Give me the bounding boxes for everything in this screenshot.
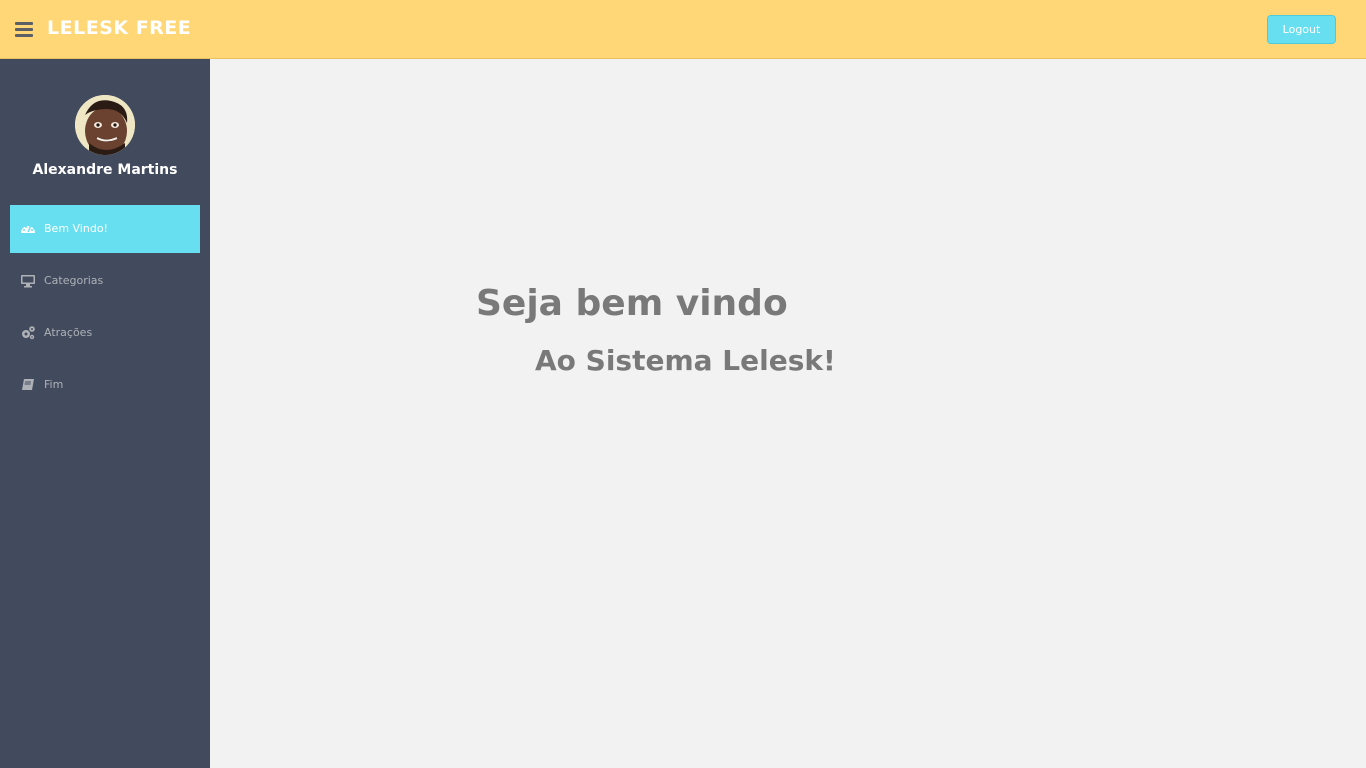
sidebar-item-categorias[interactable]: Categorias: [10, 257, 200, 305]
book-icon: [20, 377, 36, 393]
avatar[interactable]: [75, 95, 135, 155]
page-title: Seja bem vindo: [476, 283, 788, 324]
username: Alexandre Martins: [32, 162, 178, 178]
sidebar-item-label: Atrações: [44, 326, 93, 339]
sidebar-menu: Bem Vindo! Categorias Atrações Fim: [10, 205, 200, 413]
brand-logo[interactable]: LELESK FREE: [47, 15, 191, 41]
sidebar: Alexandre Martins Bem Vindo! Categorias …: [0, 59, 210, 768]
sidebar-item-label: Fim: [44, 378, 64, 391]
sidebar-item-label: Bem Vindo!: [44, 222, 108, 235]
sidebar-item-label: Categorias: [44, 274, 104, 287]
sidebar-item-atracoes[interactable]: Atrações: [10, 309, 200, 357]
cogs-icon: [20, 325, 36, 341]
logout-button[interactable]: Logout: [1267, 15, 1336, 44]
top-header: LELESK FREE Logout: [0, 0, 1366, 59]
sidebar-item-bem-vindo[interactable]: Bem Vindo!: [10, 205, 200, 253]
page-subtitle: Ao Sistema Lelesk!: [535, 344, 836, 377]
sidebar-item-fim[interactable]: Fim: [10, 361, 200, 409]
desktop-icon: [20, 273, 36, 289]
dashboard-icon: [20, 221, 36, 237]
hamburger-menu-icon[interactable]: [15, 22, 33, 37]
